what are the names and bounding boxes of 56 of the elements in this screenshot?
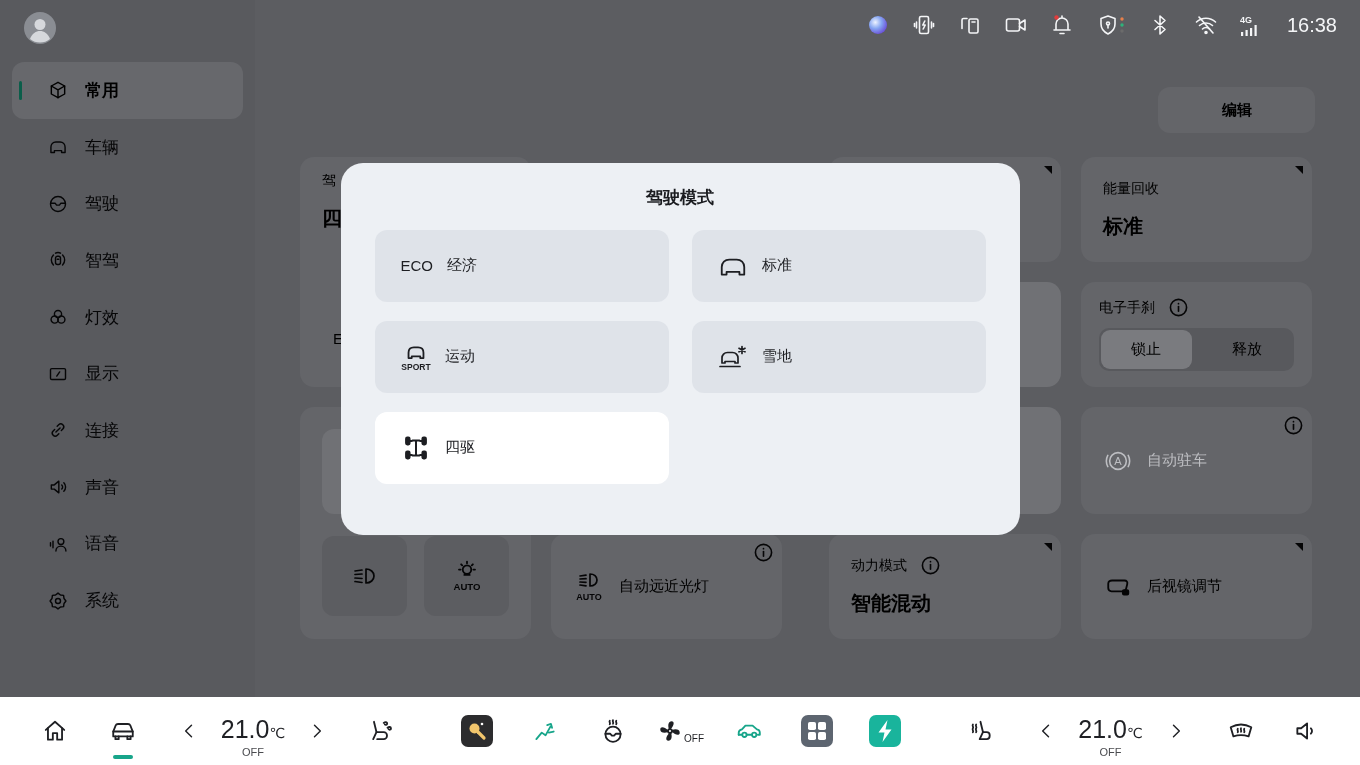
card-label: 能量回收 (1103, 179, 1159, 197)
card-value: 智能混动 (851, 591, 931, 616)
sidebar-item[interactable]: 语音 (12, 515, 243, 573)
card-label: 自动驻车 (1147, 451, 1207, 470)
cube-icon (48, 80, 68, 101)
sidebar-item[interactable]: 驾驶 (12, 175, 243, 233)
avatar[interactable] (24, 12, 56, 44)
mode-button[interactable]: ECO 经济 (374, 229, 669, 302)
card-label: 动力模式 (851, 556, 907, 574)
segment-option[interactable]: 释放 (1201, 330, 1292, 369)
info-icon[interactable] (754, 543, 773, 562)
sidebar-item[interactable]: 声音 (12, 458, 243, 516)
edit-button[interactable]: 编辑 (1158, 87, 1315, 133)
light-button[interactable]: AUTO (424, 536, 509, 616)
card-label: 后视镜调节 (1147, 577, 1222, 596)
corner-triangle-icon[interactable] (1295, 166, 1303, 174)
grid-app-icon[interactable] (800, 715, 833, 747)
sidebar-item[interactable]: 智驾 (12, 232, 243, 289)
info-icon[interactable] (921, 555, 940, 575)
network-type: 4G (1239, 14, 1252, 25)
magnifier-app-icon[interactable] (460, 715, 493, 747)
mode-button[interactable]: 标准 (691, 229, 986, 302)
home-icon (42, 718, 68, 744)
sidebar-item[interactable]: 显示 (12, 345, 243, 403)
card-value: 四 (322, 206, 342, 231)
wifi-off-icon[interactable] (1193, 13, 1218, 37)
dialog-title: 驾驶模式 (645, 186, 715, 209)
ac-status: OFF (242, 746, 264, 758)
temperature-value: 21.0℃ (220, 716, 286, 745)
corner-triangle-icon[interactable] (1044, 166, 1052, 174)
fan-status: OFF (684, 732, 704, 744)
corner-triangle-icon[interactable] (1295, 543, 1303, 551)
settings-icon (48, 590, 68, 611)
sidebar-item[interactable]: 系统 (12, 572, 243, 629)
sidebar-item[interactable]: 灯效 (12, 288, 243, 346)
fan-icon[interactable] (657, 718, 683, 744)
sidebar-item[interactable]: 常用 (12, 62, 243, 119)
card-label: 自动远近光灯 (619, 577, 709, 596)
temperature-value: 21.0℃ (1078, 716, 1143, 745)
phone-charging-icon (911, 13, 936, 37)
mode-button[interactable]: SPORT 运动 (374, 320, 669, 393)
card-label: 驾 (322, 171, 336, 189)
sidebar-item[interactable]: 车辆 (12, 118, 243, 176)
segment-option[interactable]: 锁止 (1101, 330, 1192, 369)
mode-button[interactable]: 雪地 (691, 320, 986, 393)
clock: 16:38 (1286, 13, 1337, 37)
info-icon[interactable] (1169, 297, 1188, 317)
ac-status: OFF (1099, 746, 1122, 758)
mode-button[interactable]: 四驱 (374, 411, 669, 484)
corner-triangle-icon[interactable] (1044, 543, 1052, 551)
card-value: 标准 (1103, 214, 1143, 239)
steering-wheel-icon (48, 193, 68, 214)
card-label: 电子手刹 (1099, 298, 1155, 316)
sidebar-item[interactable]: 连接 (12, 402, 243, 459)
lightning-app-icon[interactable] (868, 715, 901, 747)
signal-bars-icon (1239, 24, 1260, 36)
